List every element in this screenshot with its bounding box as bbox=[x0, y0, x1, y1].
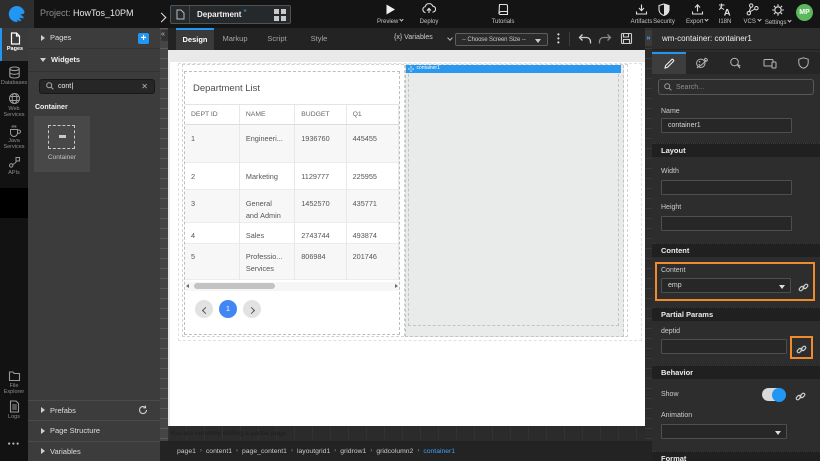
svg-text:A: A bbox=[724, 8, 731, 17]
